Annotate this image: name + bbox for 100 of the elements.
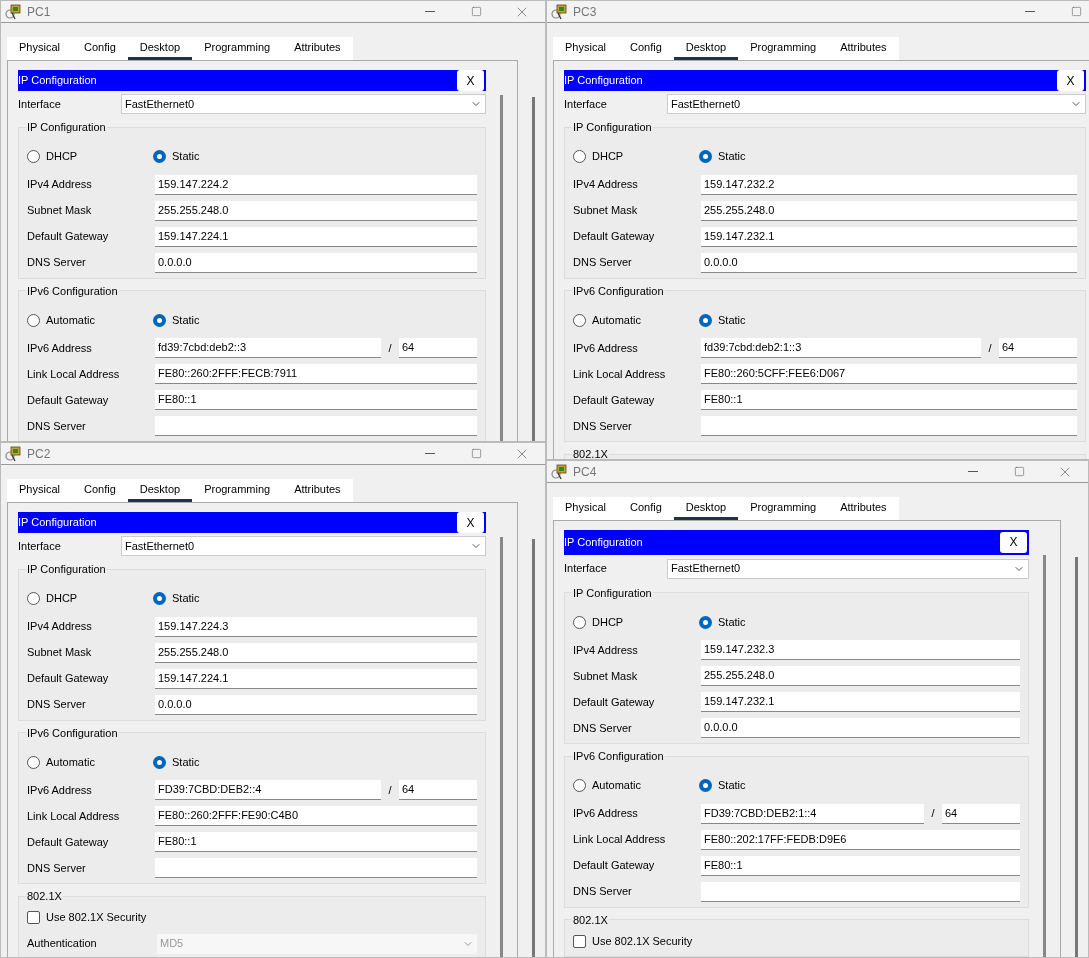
radio-button[interactable] xyxy=(27,755,40,769)
input-field[interactable]: fd39:7cbd:deb2::3 xyxy=(155,338,381,358)
input-field[interactable]: 255.255.248.0 xyxy=(155,200,477,221)
radio-label: Static xyxy=(172,149,200,165)
checkbox[interactable] xyxy=(573,934,586,948)
radio-button[interactable] xyxy=(699,150,712,163)
field-label: DNS Server xyxy=(27,860,87,876)
radio-button[interactable] xyxy=(153,313,166,327)
input-field[interactable]: 255.255.248.0 xyxy=(155,642,477,663)
input-field[interactable]: FE80::1 xyxy=(155,832,477,852)
radio-button[interactable] xyxy=(27,150,40,163)
interface-dropdown[interactable]: FastEthernet0 xyxy=(121,536,486,556)
input-field[interactable]: FD39:7CBD:DEB2:1::4 xyxy=(701,803,924,824)
maximize-icon xyxy=(1013,466,1025,477)
tab[interactable]: Attributes xyxy=(282,37,353,60)
input-field[interactable]: 159.147.224.1 xyxy=(155,668,477,689)
input-field[interactable]: 159.147.224.1 xyxy=(155,226,477,247)
input-field[interactable]: 159.147.232.1 xyxy=(701,692,1020,712)
tab[interactable]: Config xyxy=(617,37,674,60)
radio-button[interactable] xyxy=(573,779,586,792)
radio-label: DHCP xyxy=(46,591,78,607)
radio-button[interactable] xyxy=(573,150,586,163)
input-field[interactable]: 0.0.0.0 xyxy=(701,718,1020,738)
tab[interactable]: Programming xyxy=(738,497,829,520)
radio-button[interactable] xyxy=(699,615,712,629)
tab[interactable]: Desktop xyxy=(127,479,193,502)
radio-button[interactable] xyxy=(573,615,586,629)
input-field[interactable]: FE80::260:2FFF:FECB:7911 xyxy=(155,364,477,384)
tab[interactable]: Desktop xyxy=(673,497,739,520)
tab[interactable]: Programming xyxy=(192,37,283,60)
input-field[interactable]: 0.0.0.0 xyxy=(155,694,477,715)
input-field[interactable]: 159.147.224.2 xyxy=(155,174,477,195)
tab[interactable]: Desktop xyxy=(127,37,193,60)
interface-dropdown[interactable]: FastEthernet0 xyxy=(121,94,486,114)
input-field[interactable] xyxy=(155,858,477,878)
tab[interactable]: Config xyxy=(71,37,128,60)
tab[interactable]: Config xyxy=(71,479,128,502)
radio-button[interactable] xyxy=(27,592,40,605)
tab[interactable]: Programming xyxy=(738,37,829,60)
window-scrollbar[interactable] xyxy=(1075,557,1078,957)
radio-button[interactable] xyxy=(699,313,712,327)
tab[interactable]: Physical xyxy=(553,497,618,520)
input-field[interactable]: 159.147.232.2 xyxy=(701,174,1077,195)
interface-dropdown[interactable]: FastEthernet0 xyxy=(667,558,1029,579)
input-field[interactable]: fd39:7cbd:deb2:1::3 xyxy=(701,338,981,358)
field-label: IPv4 Address xyxy=(573,642,639,658)
input-field[interactable]: 255.255.248.0 xyxy=(701,666,1020,686)
radio-button[interactable] xyxy=(573,313,586,327)
field-label: Default Gateway xyxy=(573,392,656,408)
tab[interactable]: Programming xyxy=(192,479,283,502)
prefix-field[interactable]: 64 xyxy=(942,803,1020,824)
tab[interactable]: Desktop xyxy=(673,37,739,60)
tab[interactable]: Physical xyxy=(7,37,72,60)
scrollbar[interactable] xyxy=(500,537,503,957)
input-field[interactable] xyxy=(155,416,477,436)
tab[interactable]: Physical xyxy=(7,479,72,502)
input-field[interactable]: 159.147.232.1 xyxy=(701,226,1077,247)
radio-button[interactable] xyxy=(153,592,166,605)
input-field[interactable]: 0.0.0.0 xyxy=(701,252,1077,273)
input-field[interactable] xyxy=(701,881,1020,902)
window-scrollbar[interactable] xyxy=(532,539,535,957)
input-field[interactable]: FE80::202:17FF:FEDB:D9E6 xyxy=(701,829,1020,850)
tab[interactable]: Attributes xyxy=(828,37,899,60)
field-label: Default Gateway xyxy=(573,229,656,245)
window-title: PC1 xyxy=(27,3,51,21)
panel-close-button[interactable]: X xyxy=(457,512,484,533)
panel-close-button[interactable]: X xyxy=(1000,531,1027,553)
pc-icon xyxy=(551,463,569,480)
radio-button[interactable] xyxy=(699,779,712,792)
prefix-field[interactable]: 64 xyxy=(999,338,1077,358)
input-field[interactable] xyxy=(701,416,1077,436)
interface-dropdown[interactable]: FastEthernet0 xyxy=(667,94,1086,114)
prefix-field[interactable]: 64 xyxy=(399,338,477,358)
input-field[interactable]: FD39:7CBD:DEB2::4 xyxy=(155,780,381,800)
radio-button[interactable] xyxy=(153,150,166,163)
field-label: IPv4 Address xyxy=(573,177,639,193)
input-field[interactable]: FE80::1 xyxy=(155,390,477,410)
radio-button[interactable] xyxy=(27,313,40,327)
tab[interactable]: Attributes xyxy=(828,497,899,520)
input-field[interactable]: FE80::260:2FFF:FE90:C4B0 xyxy=(155,806,477,826)
checkbox[interactable] xyxy=(27,911,40,924)
panel-close-button[interactable]: X xyxy=(1057,70,1084,91)
tab[interactable]: Physical xyxy=(553,37,618,60)
radio-button[interactable] xyxy=(153,755,166,769)
prefix-field[interactable]: 64 xyxy=(399,780,477,800)
window-scrollbar[interactable] xyxy=(532,97,535,441)
input-field[interactable]: FE80::1 xyxy=(701,855,1020,876)
scrollbar[interactable] xyxy=(1043,555,1046,957)
input-field[interactable]: 0.0.0.0 xyxy=(155,252,477,273)
input-field[interactable]: FE80::260:5CFF:FEE6:D067 xyxy=(701,364,1077,384)
panel-close-button[interactable]: X xyxy=(457,70,484,91)
field-label: Link Local Address xyxy=(27,366,121,382)
input-field[interactable]: 255.255.248.0 xyxy=(701,200,1077,221)
checkbox-label: Use 802.1X Security xyxy=(592,933,693,949)
input-field[interactable]: 159.147.224.3 xyxy=(155,616,477,637)
input-field[interactable]: 159.147.232.3 xyxy=(701,640,1020,660)
tab[interactable]: Attributes xyxy=(282,479,353,502)
tab[interactable]: Config xyxy=(617,497,674,520)
scrollbar[interactable] xyxy=(500,95,503,441)
input-field[interactable]: FE80::1 xyxy=(701,390,1077,410)
